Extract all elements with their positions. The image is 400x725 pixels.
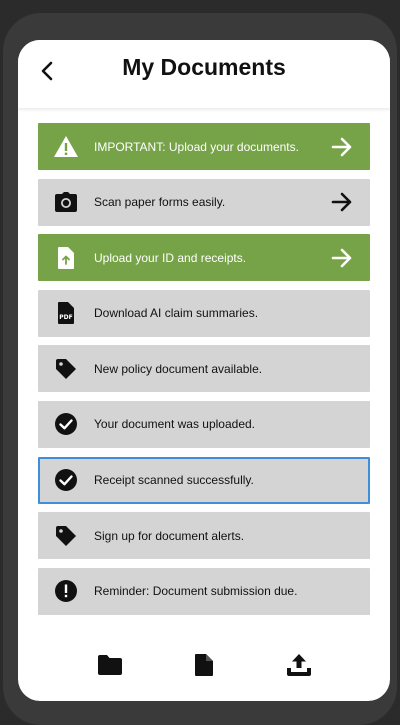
upload-icon — [287, 654, 311, 676]
alert-circle-icon — [52, 577, 80, 605]
list-item-document-uploaded[interactable]: Your document was uploaded. — [38, 400, 370, 448]
nav-folder-button[interactable] — [95, 650, 125, 680]
list-item-label: Download AI claim summaries. — [94, 306, 259, 321]
bottom-navigation — [18, 640, 390, 690]
folder-icon — [98, 655, 122, 675]
list-item-new-policy[interactable]: New policy document available. — [38, 345, 370, 393]
list-item-label: Receipt scanned successfully. — [94, 473, 254, 488]
file-upload-icon — [52, 244, 80, 272]
list-item-scan-forms[interactable]: Scan paper forms easily. — [38, 178, 370, 226]
list-item-download-summaries[interactable]: PDF Download AI claim summaries. — [38, 289, 370, 337]
list-item-upload-id[interactable]: Upload your ID and receipts. — [38, 234, 370, 282]
arrow-right-icon — [328, 133, 356, 161]
list-item-upload-documents[interactable]: IMPORTANT: Upload your documents. — [38, 123, 370, 170]
document-list: IMPORTANT: Upload your documents. Scan p… — [38, 123, 370, 623]
list-item-submission-reminder[interactable]: Reminder: Document submission due. — [38, 567, 370, 615]
list-item-label: Scan paper forms easily. — [94, 195, 226, 210]
list-item-document-alerts[interactable]: Sign up for document alerts. — [38, 512, 370, 560]
document-icon — [195, 654, 213, 676]
svg-text:PDF: PDF — [59, 314, 72, 321]
arrow-right-icon — [328, 244, 356, 272]
nav-upload-button[interactable] — [284, 650, 314, 680]
list-item-label: Your document was uploaded. — [94, 417, 256, 432]
check-circle-icon — [52, 410, 80, 438]
app-screen: My Documents IMPORTANT: Upload your docu… — [18, 40, 390, 701]
pdf-icon: PDF — [52, 299, 80, 327]
device-frame: My Documents IMPORTANT: Upload your docu… — [3, 13, 397, 725]
tag-icon — [52, 522, 80, 550]
list-item-label: Reminder: Document submission due. — [94, 584, 298, 599]
list-item-label: New policy document available. — [94, 361, 263, 376]
list-item-receipt-scanned[interactable]: Receipt scanned successfully. — [38, 456, 370, 504]
page-title: My Documents — [122, 54, 286, 80]
camera-icon — [52, 188, 80, 216]
arrow-right-icon — [328, 188, 356, 216]
warning-icon — [52, 133, 80, 161]
tag-icon — [52, 355, 80, 383]
list-item-label: Sign up for document alerts. — [94, 528, 245, 543]
list-item-label: IMPORTANT: Upload your documents. — [94, 139, 299, 154]
app-header: My Documents — [18, 40, 390, 108]
check-circle-icon — [52, 466, 80, 494]
list-item-label: Upload your ID and receipts. — [94, 250, 247, 265]
nav-document-button[interactable] — [189, 650, 219, 680]
